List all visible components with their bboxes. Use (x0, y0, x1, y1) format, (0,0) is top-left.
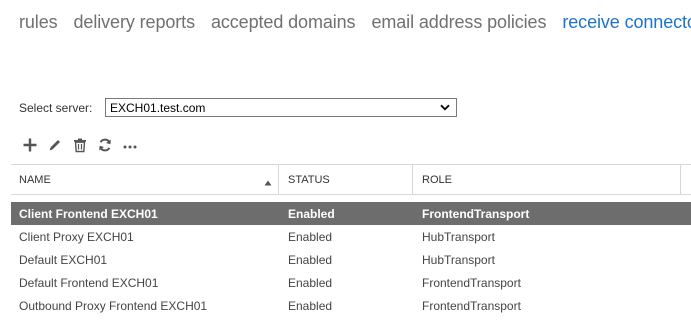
cell-name: Outbound Proxy Frontend EXCH01 (19, 298, 208, 313)
tab-email-address-policies[interactable]: email address policies (371, 12, 546, 33)
add-icon[interactable] (17, 136, 42, 154)
cell-status: Enabled (288, 275, 333, 290)
cell-status: Enabled (288, 298, 333, 313)
cell-name: Client Proxy EXCH01 (19, 229, 134, 244)
table-header: NAME STATUS ROLE (11, 164, 691, 195)
cell-status: Enabled (288, 229, 333, 244)
cell-name: Client Frontend EXCH01 (19, 206, 158, 221)
table-row[interactable]: Default Frontend EXCH01 Enabled Frontend… (11, 271, 691, 294)
server-select-value: EXCH01.test.com (110, 100, 206, 115)
cell-role: HubTransport (422, 229, 495, 244)
column-header-name[interactable]: NAME (11, 165, 279, 194)
chevron-down-icon (440, 104, 450, 111)
server-label: Select server: (19, 100, 93, 115)
table-body: Client Frontend EXCH01 Enabled FrontendT… (11, 202, 691, 317)
column-header-status[interactable]: STATUS (279, 165, 413, 194)
column-header-role[interactable]: ROLE (413, 165, 681, 194)
server-selector-row: Select server: EXCH01.test.com (19, 98, 457, 117)
receive-connectors-table: NAME STATUS ROLE Client Frontend EXCH01 … (11, 164, 691, 317)
more-options-icon[interactable] (117, 136, 142, 154)
cell-role: FrontendTransport (422, 275, 521, 290)
cell-status: Enabled (288, 206, 335, 221)
cell-role: FrontendTransport (422, 298, 521, 313)
server-select[interactable]: EXCH01.test.com (105, 98, 457, 117)
tab-rules[interactable]: rules (19, 12, 58, 33)
tab-delivery-reports[interactable]: delivery reports (74, 12, 196, 33)
table-row[interactable]: Default EXCH01 Enabled HubTransport (11, 248, 691, 271)
tab-receive-connectors[interactable]: receive connectors (562, 12, 691, 33)
table-row[interactable]: Outbound Proxy Frontend EXCH01 Enabled F… (11, 294, 691, 317)
tab-bar: rules delivery reports accepted domains … (19, 12, 691, 33)
toolbar (17, 136, 142, 154)
table-row[interactable]: Client Proxy EXCH01 Enabled HubTransport (11, 225, 691, 248)
cell-role: HubTransport (422, 252, 495, 267)
delete-icon[interactable] (67, 136, 92, 154)
tab-accepted-domains[interactable]: accepted domains (211, 12, 356, 33)
sort-ascending-icon (264, 177, 272, 189)
cell-name: Default EXCH01 (19, 252, 108, 267)
refresh-icon[interactable] (92, 136, 117, 154)
cell-name: Default Frontend EXCH01 (19, 275, 159, 290)
table-row[interactable]: Client Frontend EXCH01 Enabled FrontendT… (11, 202, 691, 225)
cell-status: Enabled (288, 252, 333, 267)
edit-icon[interactable] (42, 136, 67, 154)
cell-role: FrontendTransport (422, 206, 530, 221)
